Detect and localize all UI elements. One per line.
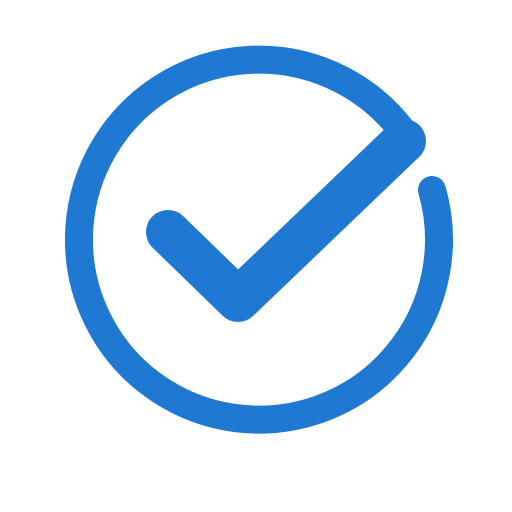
checkmark-stroke [146, 119, 426, 322]
check-circle-icon [0, 0, 512, 512]
ring-arc [65, 45, 453, 434]
icon-stage [0, 0, 512, 512]
